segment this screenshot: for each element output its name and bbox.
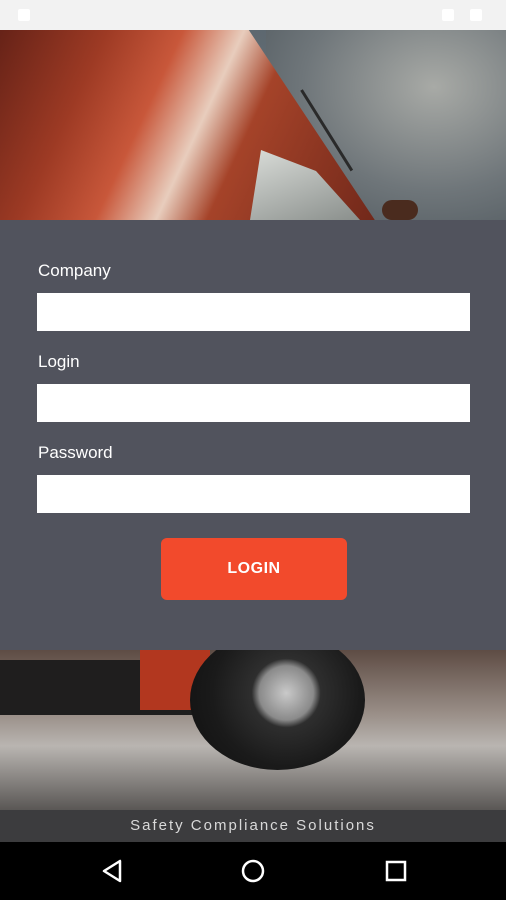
password-label: Password <box>38 443 113 462</box>
recents-icon[interactable] <box>380 855 412 887</box>
system-nav-bar <box>0 842 506 900</box>
battery-icon <box>470 9 482 21</box>
login-input[interactable] <box>37 384 470 422</box>
login-button[interactable]: LOGIN <box>161 538 347 600</box>
notification-icon <box>18 9 30 21</box>
footer-tagline: Safety Compliance Solutions <box>130 817 376 834</box>
login-label: Login <box>38 352 80 371</box>
signal-icon <box>442 9 454 21</box>
company-input[interactable] <box>37 293 470 331</box>
login-panel: Company Login Password LOGIN <box>0 220 506 650</box>
company-label: Company <box>38 261 111 280</box>
back-icon[interactable] <box>96 855 128 887</box>
footer-bar: Safety Compliance Solutions <box>0 810 506 842</box>
status-bar <box>0 0 506 30</box>
password-input[interactable] <box>37 475 470 513</box>
home-icon[interactable] <box>237 855 269 887</box>
